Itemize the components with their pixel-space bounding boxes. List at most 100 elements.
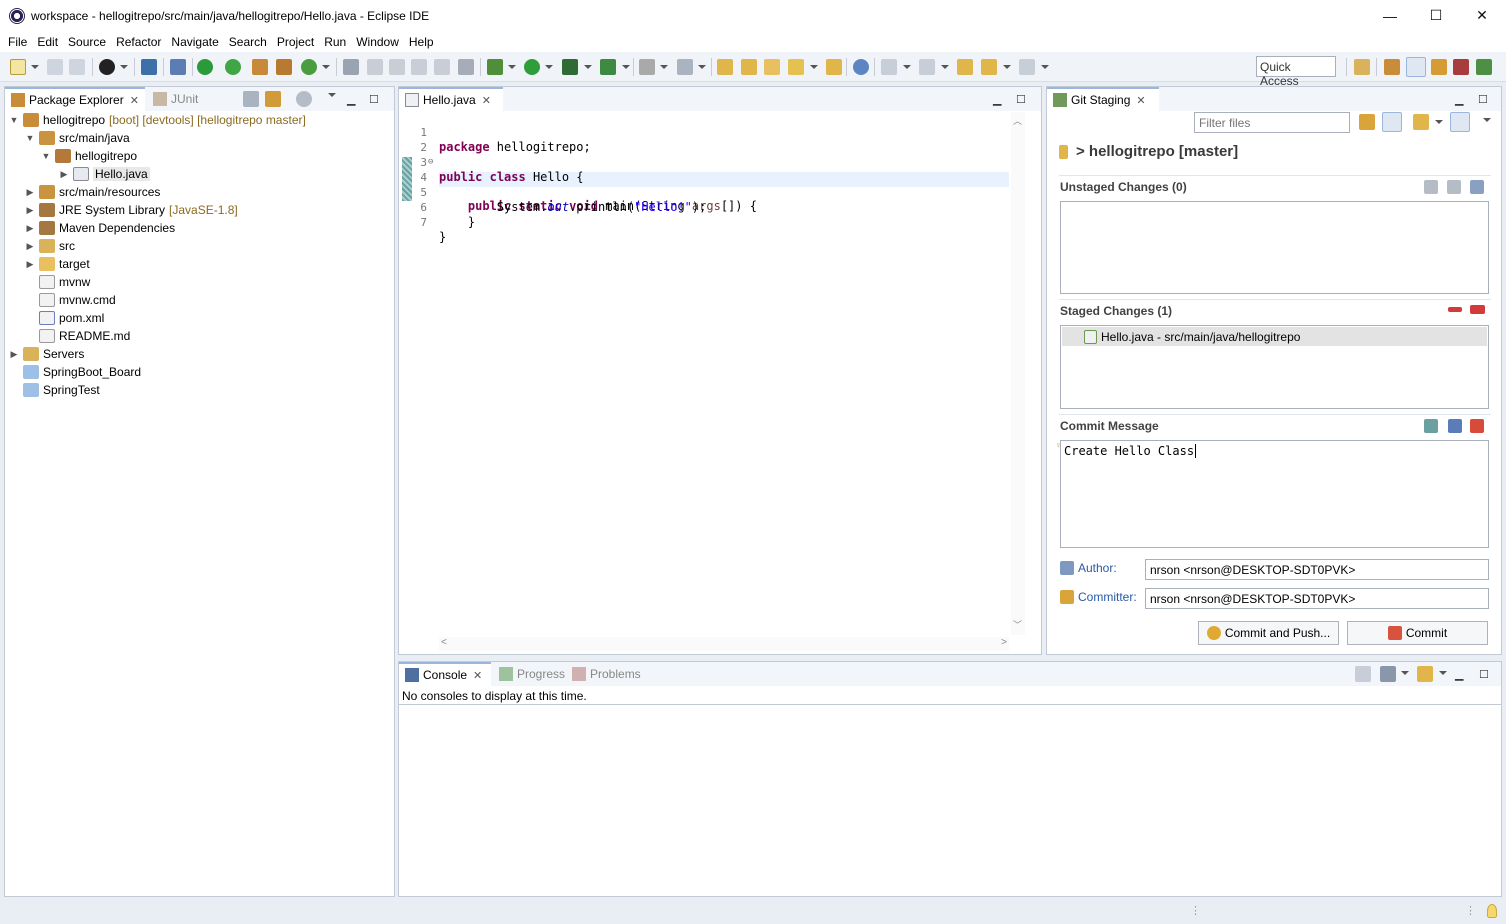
scroll-down-icon[interactable]: ﹀ <box>1013 618 1022 631</box>
code-area[interactable]: 1 package hellogitrepo; 2 3 public class… <box>413 112 1011 635</box>
display-console-icon[interactable] <box>1380 666 1396 682</box>
chevron-right-icon[interactable]: ▶ <box>25 259 35 270</box>
open-perspective-icon[interactable] <box>1354 59 1370 75</box>
close-icon[interactable]: ✕ <box>1136 94 1145 107</box>
forward-icon[interactable] <box>1019 59 1035 75</box>
new-dropdown-icon[interactable] <box>31 65 39 69</box>
menu-navigate[interactable]: Navigate <box>166 35 223 49</box>
whitespace-icon[interactable] <box>434 59 450 75</box>
menu-file[interactable]: File <box>3 35 32 49</box>
refresh-icon[interactable] <box>301 59 317 75</box>
last-edit-icon[interactable] <box>957 59 973 75</box>
tree-item-mvnw[interactable]: mvnw <box>39 273 90 291</box>
back-dropdown-icon[interactable] <box>1003 65 1011 69</box>
toggle-breakpoint-icon[interactable] <box>170 59 186 75</box>
previous-annotation-icon[interactable] <box>919 59 935 75</box>
remove-from-index-icon[interactable] <box>1448 307 1462 312</box>
tree-item-src[interactable]: ▶ src <box>25 237 75 255</box>
tab-problems[interactable]: Problems <box>566 662 641 686</box>
servers-icon[interactable] <box>677 59 693 75</box>
run-icon[interactable] <box>524 59 540 75</box>
link-with-editor-icon[interactable] <box>265 91 281 107</box>
back-icon[interactable] <box>981 59 997 75</box>
tree-item-src-main-resources[interactable]: ▶ src/main/resources <box>25 183 160 201</box>
fold-icon[interactable]: ⊖ <box>428 157 433 167</box>
collapse-all-icon[interactable] <box>243 91 259 107</box>
minimize-view-icon[interactable]: ▁ <box>1455 93 1463 106</box>
java-ee-perspective-icon[interactable] <box>1384 59 1400 75</box>
minimize-view-icon[interactable]: ▁ <box>993 93 1001 106</box>
author-input[interactable]: nrson <nrson@DESKTOP-SDT0PVK> <box>1145 559 1489 580</box>
add-to-index-icon[interactable] <box>1424 180 1438 194</box>
tree-item-springboot-board[interactable]: SpringBoot_Board <box>23 363 141 381</box>
chevron-right-icon[interactable]: ▶ <box>9 349 19 360</box>
amend-icon[interactable] <box>1424 419 1438 433</box>
filter-files-input[interactable] <box>1194 112 1350 133</box>
tree-item-hello-java[interactable]: ▶ Hello.java <box>59 165 150 183</box>
refresh-dropdown-icon[interactable] <box>322 65 330 69</box>
save-icon[interactable] <box>47 59 63 75</box>
layout-icon[interactable] <box>1450 112 1470 132</box>
tab-junit[interactable]: JUnit <box>147 87 198 111</box>
focus-icon[interactable] <box>296 91 312 107</box>
search-icon[interactable] <box>343 59 359 75</box>
unstaged-changes-list[interactable] <box>1060 201 1489 294</box>
block-select-icon[interactable] <box>411 59 427 75</box>
spring-perspective-icon[interactable] <box>1476 59 1492 75</box>
commit-message-input[interactable]: Create Hello Class <box>1060 440 1489 548</box>
new-icon[interactable] <box>10 59 26 75</box>
tab-progress[interactable]: Progress <box>493 662 565 686</box>
presentation-dropdown-icon[interactable] <box>1435 120 1443 124</box>
next-annotation-dropdown-icon[interactable] <box>903 65 911 69</box>
minimize-button[interactable]: — <box>1367 0 1413 31</box>
display-console-dropdown-icon[interactable] <box>1401 671 1409 675</box>
tree-item-servers[interactable]: ▶ Servers <box>9 345 84 363</box>
stop-icon[interactable] <box>639 59 655 75</box>
tab-console[interactable]: Console ✕ <box>399 662 491 686</box>
menu-run[interactable]: Run <box>319 35 351 49</box>
menu-window[interactable]: Window <box>351 35 404 49</box>
run-dropdown-icon[interactable] <box>545 65 553 69</box>
close-icon[interactable]: ✕ <box>473 669 482 682</box>
committer-input[interactable]: nrson <nrson@DESKTOP-SDT0PVK> <box>1145 588 1489 609</box>
account-dropdown-icon[interactable] <box>120 65 128 69</box>
tree-item-target[interactable]: ▶ target <box>25 255 90 273</box>
open-folder-icon[interactable] <box>717 59 733 75</box>
folder-open-icon[interactable] <box>764 59 780 75</box>
menu-refactor[interactable]: Refactor <box>111 35 166 49</box>
add-change-id-icon[interactable] <box>1470 419 1484 433</box>
remove-all-from-index-icon[interactable] <box>1470 305 1485 314</box>
maximize-view-icon[interactable]: ☐ <box>1479 668 1489 681</box>
maximize-button[interactable]: ☐ <box>1413 0 1459 31</box>
minimize-view-icon[interactable]: ▁ <box>347 93 355 106</box>
forward-dropdown-icon[interactable] <box>1041 65 1049 69</box>
chevron-right-icon[interactable]: ▶ <box>59 169 69 180</box>
external-tools-icon[interactable] <box>600 59 616 75</box>
menu-edit[interactable]: Edit <box>32 35 63 49</box>
coverage-icon[interactable] <box>562 59 578 75</box>
menu-project[interactable]: Project <box>272 35 319 49</box>
signed-off-icon[interactable] <box>1448 419 1462 433</box>
add-all-to-index-icon[interactable] <box>1447 180 1461 194</box>
chevron-right-icon[interactable]: ▶ <box>25 205 35 216</box>
maximize-view-icon[interactable]: ☐ <box>369 93 379 106</box>
chevron-right-icon[interactable]: ▶ <box>25 223 35 234</box>
tree-item-jre-system-library[interactable]: ▶ JRE System Library [JavaSE-1.8] <box>25 201 238 219</box>
scroll-up-icon[interactable]: ︿ <box>1013 114 1022 127</box>
servers-dropdown-icon[interactable] <box>698 65 706 69</box>
vertical-scrollbar[interactable]: ︿ ﹀ <box>1011 112 1025 635</box>
java-perspective-icon[interactable] <box>1406 57 1426 77</box>
refresh-icon[interactable] <box>1359 114 1375 130</box>
maximize-view-icon[interactable]: ☐ <box>1478 93 1488 106</box>
lightbulb-icon[interactable] <box>1487 904 1497 918</box>
scroll-left-icon[interactable]: < <box>441 637 447 648</box>
save-all-icon[interactable] <box>69 59 85 75</box>
open-task-icon[interactable] <box>276 59 292 75</box>
staged-changes-list[interactable]: Hello.java - src/main/java/hellogitrepo <box>1060 325 1489 409</box>
author-label[interactable]: Author: <box>1078 561 1117 575</box>
open-console-dropdown-icon[interactable] <box>1439 671 1447 675</box>
debug-icon[interactable] <box>487 59 503 75</box>
task-folder-icon[interactable] <box>826 59 842 75</box>
tree-item-maven-dependencies[interactable]: ▶ Maven Dependencies <box>25 219 175 237</box>
committer-label[interactable]: Committer: <box>1078 590 1137 604</box>
